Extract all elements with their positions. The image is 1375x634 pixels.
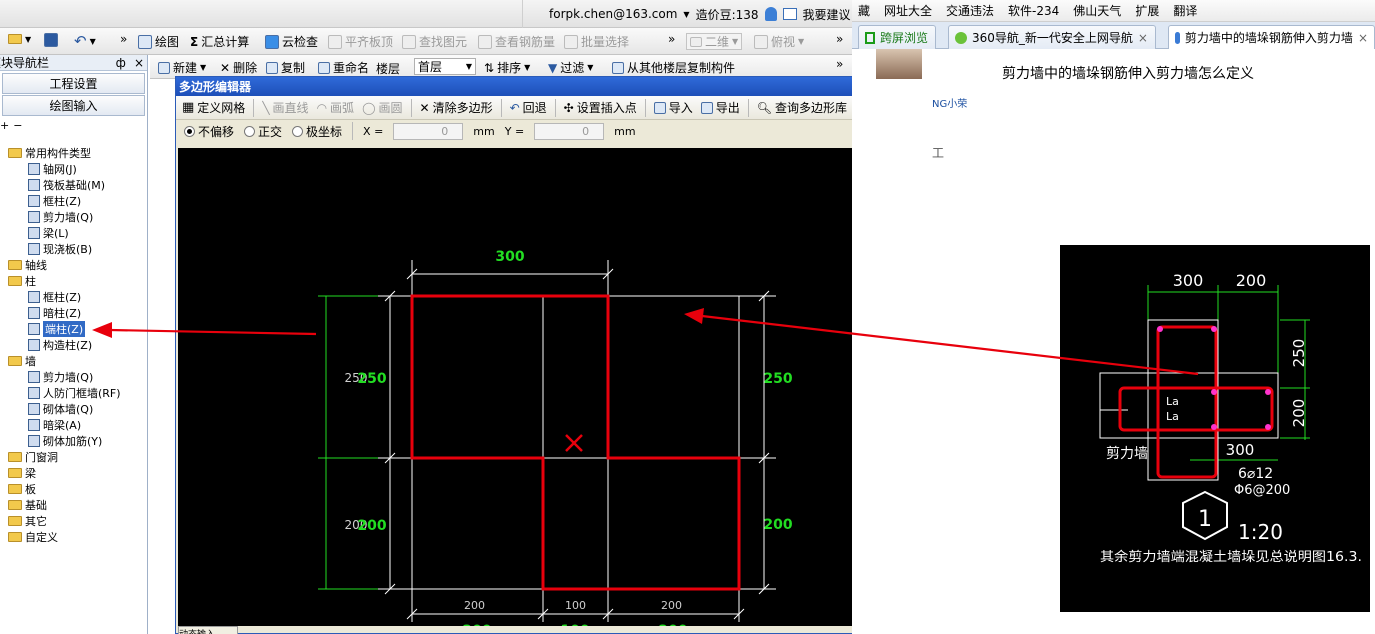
arrow-to-tree-item [109, 328, 317, 336]
arrowhead-icon [92, 322, 112, 338]
annotation-arrows [92, 308, 1199, 376]
arrowhead-icon [684, 308, 704, 324]
arrow-to-canvas [701, 314, 1199, 376]
